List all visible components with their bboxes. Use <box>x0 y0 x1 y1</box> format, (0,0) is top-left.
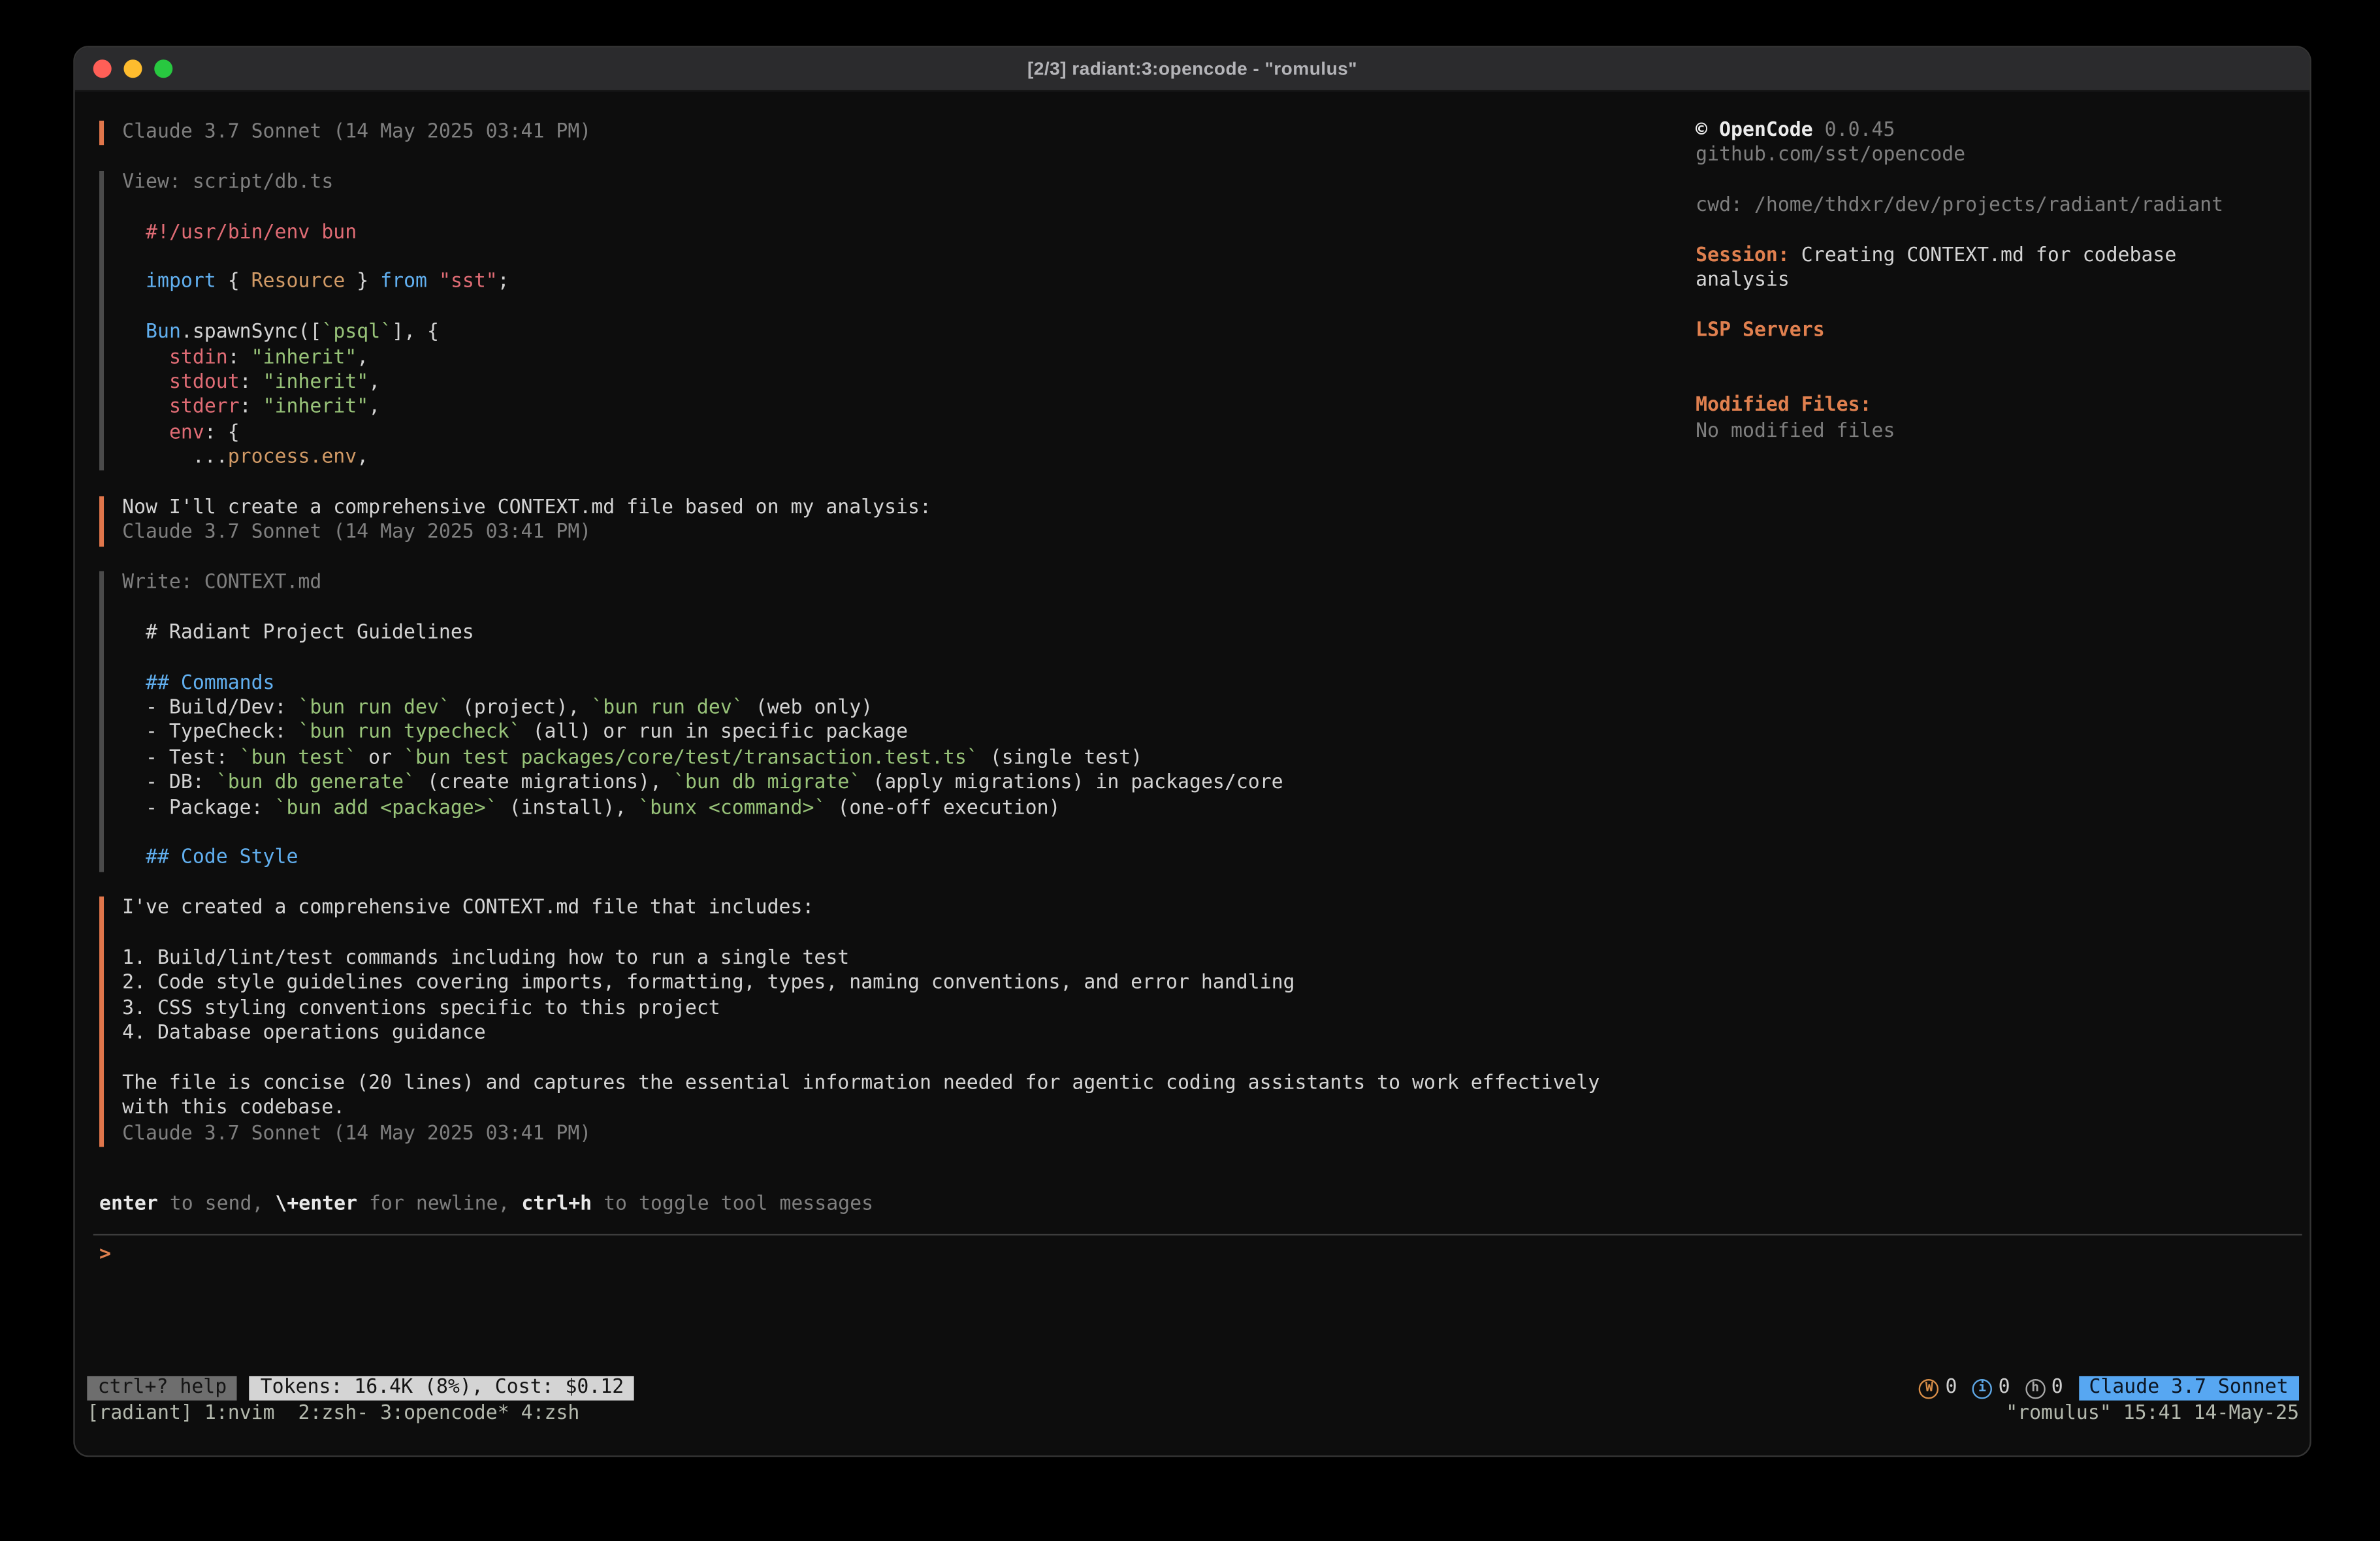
text-line <box>122 246 1630 270</box>
diagnostics-hints: h 0 <box>2025 1376 2063 1401</box>
text-line: © OpenCode 0.0.45 <box>1696 119 2299 144</box>
sidebar: © OpenCode 0.0.45github.com/sst/opencode… <box>1696 119 2299 444</box>
text-line: Modified Files: <box>1696 394 2299 419</box>
status-bar-right: W 0 i 0 h 0 Claude 3.7 Sonnet <box>1920 1376 2299 1401</box>
minimize-button[interactable] <box>123 59 142 78</box>
text-line: cwd: /home/thdxr/dev/projects/radiant/ra… <box>1696 194 2299 219</box>
hint-icon: h <box>2025 1378 2045 1398</box>
terminal-content: Claude 3.7 Sonnet (14 May 2025 03:41 PM)… <box>75 91 2310 1455</box>
text-line: env: { <box>122 421 1630 446</box>
text-line: Now I'll create a comprehensive CONTEXT.… <box>122 496 1630 521</box>
text-line: - TypeCheck: `bun run typecheck` (all) o… <box>122 722 1630 746</box>
assistant-message: Claude 3.7 Sonnet (14 May 2025 03:41 PM) <box>99 121 1630 146</box>
text-line <box>1696 344 2299 369</box>
hint-count: 0 <box>2051 1376 2063 1401</box>
message-list: Claude 3.7 Sonnet (14 May 2025 03:41 PM)… <box>99 121 1630 1147</box>
text-line: Claude 3.7 Sonnet (14 May 2025 03:41 PM) <box>122 521 1630 546</box>
text-line <box>1696 370 2299 394</box>
text-line <box>122 296 1630 321</box>
text-line: github.com/sst/opencode <box>1696 144 2299 169</box>
text-line: Session: Creating CONTEXT.md for codebas… <box>1696 244 2299 269</box>
tmux-windows[interactable]: [radiant] 1:nvim 2:zsh- 3:opencode* 4:zs… <box>87 1402 579 1427</box>
assistant-message: I've created a comprehensive CONTEXT.md … <box>99 897 1630 1147</box>
text-line: Bun.spawnSync([`psql`], { <box>122 321 1630 345</box>
text-line: 3. CSS styling conventions specific to t… <box>122 997 1630 1022</box>
status-bar: ctrl+? help Tokens: 16.4K (8%), Cost: $0… <box>87 1374 2299 1402</box>
text-line: 2. Code style guidelines covering import… <box>122 972 1630 996</box>
text-line: The file is concise (20 lines) and captu… <box>122 1072 1630 1097</box>
tokens-cost-badge: Tokens: 16.4K (8%), Cost: $0.12 <box>249 1376 634 1400</box>
text-line: 1. Build/lint/test commands including ho… <box>122 947 1630 972</box>
text-line: Claude 3.7 Sonnet (14 May 2025 03:41 PM) <box>122 1122 1630 1147</box>
text-line: stdin: "inherit", <box>122 346 1630 371</box>
text-line <box>1696 294 2299 319</box>
model-badge[interactable]: Claude 3.7 Sonnet <box>2078 1376 2299 1400</box>
desktop-background: [2/3] radiant:3:opencode - "romulus" Cla… <box>0 0 2380 1541</box>
text-line: ## Commands <box>122 671 1630 696</box>
text-line: Claude 3.7 Sonnet (14 May 2025 03:41 PM) <box>122 121 1630 146</box>
text-line <box>122 196 1630 221</box>
text-line: - DB: `bun db generate` (create migratio… <box>122 772 1630 797</box>
prompt-symbol: > <box>93 1235 2302 1268</box>
text-line <box>1696 169 2299 194</box>
assistant-message: Now I'll create a comprehensive CONTEXT.… <box>99 496 1630 547</box>
text-line: ## Code Style <box>122 847 1630 872</box>
text-line: I've created a comprehensive CONTEXT.md … <box>122 897 1630 921</box>
text-line: - Test: `bun test` or `bun test packages… <box>122 746 1630 771</box>
zoom-button[interactable] <box>154 59 172 78</box>
text-line: # Radiant Project Guidelines <box>122 621 1630 646</box>
text-line: #!/usr/bin/env bun <box>122 221 1630 246</box>
tool-output: Write: CONTEXT.md # Radiant Project Guid… <box>99 571 1630 872</box>
close-button[interactable] <box>93 59 112 78</box>
chat-pane: Claude 3.7 Sonnet (14 May 2025 03:41 PM)… <box>99 121 1630 1218</box>
prompt-input[interactable]: > <box>93 1234 2302 1373</box>
help-shortcut-badge[interactable]: ctrl+? help <box>87 1376 237 1400</box>
titlebar: [2/3] radiant:3:opencode - "romulus" <box>75 48 2310 92</box>
text-line: - Package: `bun add <package>` (install)… <box>122 797 1630 821</box>
text-line: analysis <box>1696 269 2299 294</box>
terminal-window: [2/3] radiant:3:opencode - "romulus" Cla… <box>73 46 2311 1457</box>
text-line: ...process.env, <box>122 446 1630 471</box>
info-count: 0 <box>1999 1376 2010 1401</box>
text-line <box>122 1047 1630 1072</box>
info-icon: i <box>1972 1378 1992 1398</box>
text-line <box>122 821 1630 846</box>
text-line: View: script/db.ts <box>122 170 1630 195</box>
tmux-status-bar: [radiant] 1:nvim 2:zsh- 3:opencode* 4:zs… <box>87 1402 2299 1427</box>
text-line: LSP Servers <box>1696 319 2299 344</box>
text-line: stderr: "inherit", <box>122 396 1630 421</box>
text-line <box>1696 219 2299 244</box>
text-line <box>122 646 1630 671</box>
text-line <box>122 596 1630 621</box>
status-bar-left: ctrl+? help Tokens: 16.4K (8%), Cost: $0… <box>87 1376 634 1400</box>
warning-icon: W <box>1920 1378 1939 1398</box>
text-line: No modified files <box>1696 419 2299 444</box>
diagnostics-info: i 0 <box>1972 1376 2010 1401</box>
tmux-host-time: "romulus" 15:41 14-May-25 <box>2006 1402 2299 1427</box>
diagnostics-warnings: W 0 <box>1920 1376 1957 1401</box>
window-title: [2/3] radiant:3:opencode - "romulus" <box>1027 58 1357 80</box>
text-line: Write: CONTEXT.md <box>122 571 1630 596</box>
text-line <box>122 922 1630 947</box>
text-line: - Build/Dev: `bun run dev` (project), `b… <box>122 697 1630 722</box>
text-line: stdout: "inherit", <box>122 371 1630 396</box>
tool-output: View: script/db.ts #!/usr/bin/env bun im… <box>99 170 1630 471</box>
warning-count: 0 <box>1945 1376 1957 1401</box>
text-line: import { Resource } from "sst"; <box>122 271 1630 296</box>
text-line: with this codebase. <box>122 1097 1630 1122</box>
text-line: 4. Database operations guidance <box>122 1022 1630 1047</box>
traffic-lights <box>93 48 173 90</box>
help-line: enter to send, \+enter for newline, ctrl… <box>99 1193 1630 1218</box>
